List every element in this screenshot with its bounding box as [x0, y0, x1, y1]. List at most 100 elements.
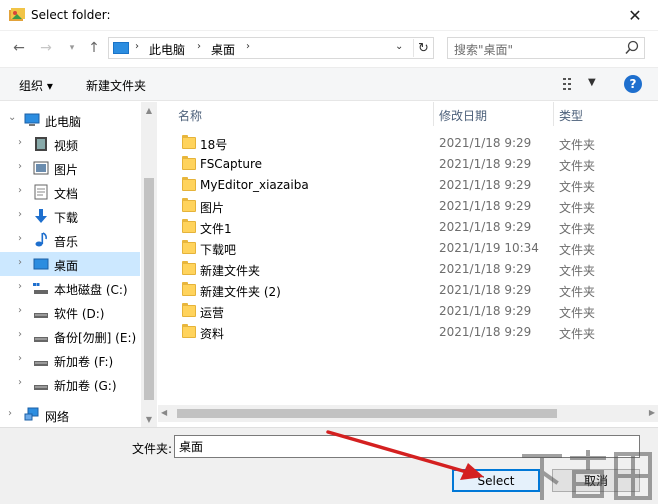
file-type: 文件夹: [559, 327, 596, 341]
breadcrumb-separator-icon[interactable]: ›: [246, 41, 250, 52]
up-button[interactable]: ↑: [84, 38, 104, 58]
address-dropdown-icon[interactable]: ⌄: [395, 41, 403, 52]
sidebar-item-label: 网络: [45, 410, 70, 424]
scrollbar-thumb[interactable]: [144, 178, 154, 400]
chevron-right-icon[interactable]: ›: [18, 185, 22, 196]
file-date: 2021/1/18 9:29: [439, 283, 532, 297]
scroll-left-icon[interactable]: ◀: [161, 408, 167, 417]
chevron-right-icon[interactable]: ›: [18, 305, 22, 316]
documents-icon: [34, 184, 48, 200]
table-row[interactable]: FSCapture 2021/1/18 9:29 文件夹: [158, 154, 658, 175]
search-input[interactable]: 搜索"桌面": [447, 37, 645, 59]
chevron-right-icon[interactable]: ›: [18, 209, 22, 220]
horizontal-scrollbar[interactable]: ◀ ▶: [158, 405, 658, 422]
sidebar-scrollbar[interactable]: ▲ ▼: [141, 102, 157, 427]
select-button[interactable]: Select: [452, 469, 540, 492]
forward-button[interactable]: →: [36, 38, 56, 58]
scrollbar-thumb[interactable]: [177, 409, 557, 418]
new-folder-button[interactable]: 新建文件夹: [86, 77, 146, 94]
video-icon: [35, 137, 47, 151]
table-row[interactable]: 运营 2021/1/18 9:29 文件夹: [158, 301, 658, 322]
drive-icon: [34, 313, 48, 318]
help-icon[interactable]: ?: [624, 75, 642, 93]
table-row[interactable]: 文件1 2021/1/18 9:29 文件夹: [158, 217, 658, 238]
sidebar-item-music[interactable]: › 音乐: [0, 228, 140, 252]
sidebar-item-pictures[interactable]: › 图片: [0, 156, 140, 180]
sidebar-item-label: 软件 (D:): [54, 307, 105, 321]
column-header-type[interactable]: 类型: [559, 102, 583, 126]
drive-icon: [34, 361, 48, 366]
sidebar-item-drive-g[interactable]: › 新加卷 (G:): [0, 372, 140, 396]
table-row[interactable]: 图片 2021/1/18 9:29 文件夹: [158, 196, 658, 217]
chevron-right-icon[interactable]: ›: [8, 408, 12, 419]
chevron-down-icon[interactable]: ▼: [588, 77, 596, 88]
desktop-icon: [33, 258, 49, 270]
breadcrumb-this-pc[interactable]: 此电脑: [149, 41, 185, 58]
column-header-name[interactable]: 名称: [178, 102, 202, 126]
sidebar-item-drive-c[interactable]: › 本地磁盘 (C:): [0, 276, 140, 300]
sidebar-item-videos[interactable]: › 视频: [0, 132, 140, 156]
arrow-up-icon: ↑: [88, 40, 100, 56]
chevron-right-icon[interactable]: ›: [18, 281, 22, 292]
breadcrumb-separator-icon[interactable]: ›: [197, 41, 201, 52]
chevron-right-icon[interactable]: ›: [18, 329, 22, 340]
file-date: 2021/1/18 9:29: [439, 157, 532, 171]
sidebar-item-label: 此电脑: [45, 115, 82, 129]
scroll-down-icon[interactable]: ▼: [141, 411, 157, 427]
sidebar-item-label: 备份[勿删] (E:): [54, 331, 137, 345]
breadcrumb-desktop[interactable]: 桌面: [211, 41, 235, 58]
column-divider[interactable]: [433, 102, 434, 126]
command-toolbar: 组织 ▾ 新建文件夹 ▼ ?: [0, 67, 658, 101]
file-date: 2021/1/18 9:29: [439, 199, 532, 213]
file-date: 2021/1/18 9:29: [439, 304, 532, 318]
close-button[interactable]: ✕: [612, 0, 658, 31]
sidebar-item-desktop[interactable]: › 桌面: [0, 252, 140, 276]
sidebar-item-label: 音乐: [54, 235, 79, 249]
folder-icon: [182, 177, 196, 191]
recent-locations-button[interactable]: ▾: [62, 38, 82, 58]
chevron-expanded-icon[interactable]: ⌄: [8, 112, 16, 123]
table-row[interactable]: 新建文件夹 (2) 2021/1/18 9:29 文件夹: [158, 280, 658, 301]
computer-icon: [24, 113, 40, 126]
column-header-date[interactable]: 修改日期: [439, 102, 487, 126]
sidebar-item-drive-f[interactable]: › 新加卷 (F:): [0, 348, 140, 372]
sidebar-item-network[interactable]: › 网络: [0, 403, 140, 427]
sidebar-item-drive-d[interactable]: › 软件 (D:): [0, 300, 140, 324]
table-row[interactable]: MyEditor_xiazaiba 2021/1/18 9:29 文件夹: [158, 175, 658, 196]
scroll-right-icon[interactable]: ▶: [649, 408, 655, 417]
table-row[interactable]: 新建文件夹 2021/1/18 9:29 文件夹: [158, 259, 658, 280]
chevron-right-icon[interactable]: ›: [18, 257, 22, 268]
table-row[interactable]: 下载吧 2021/1/19 10:34 文件夹: [158, 238, 658, 259]
sidebar-item-label: 视频: [54, 139, 79, 153]
folder-name-input[interactable]: [174, 435, 640, 458]
chevron-right-icon[interactable]: ›: [18, 233, 22, 244]
breadcrumb-separator-icon[interactable]: ›: [135, 41, 139, 52]
file-name: 资料: [200, 327, 225, 341]
sidebar-item-label: 下载: [54, 211, 79, 225]
back-button[interactable]: ←: [9, 38, 29, 58]
table-row[interactable]: 18号 2021/1/18 9:29 文件夹: [158, 133, 658, 154]
folder-icon: [182, 261, 196, 275]
sidebar-item-drive-e[interactable]: › 备份[勿删] (E:): [0, 324, 140, 348]
chevron-right-icon[interactable]: ›: [18, 137, 22, 148]
pictures-icon: [33, 161, 49, 175]
cancel-button[interactable]: 取消: [552, 469, 640, 492]
sidebar-item-downloads[interactable]: › 下载: [0, 204, 140, 228]
view-options-icon[interactable]: [563, 77, 579, 91]
address-bar[interactable]: › 此电脑 › 桌面 › ⌄ ↻: [108, 37, 434, 59]
sidebar-item-documents[interactable]: › 文档: [0, 180, 140, 204]
table-row[interactable]: 资料 2021/1/18 9:29 文件夹: [158, 322, 658, 343]
column-divider[interactable]: [553, 102, 554, 126]
search-icon[interactable]: [625, 40, 639, 56]
sidebar-item-this-pc[interactable]: ⌄ 此电脑: [0, 108, 140, 132]
drive-icon: [34, 337, 48, 342]
chevron-right-icon[interactable]: ›: [18, 353, 22, 364]
music-icon: [35, 232, 47, 247]
chevron-right-icon[interactable]: ›: [18, 161, 22, 172]
refresh-icon[interactable]: ↻: [413, 39, 433, 57]
organize-button[interactable]: 组织 ▾: [19, 77, 53, 94]
chevron-right-icon[interactable]: ›: [18, 377, 22, 388]
navigation-pane: ⌄ 此电脑 › 视频 › 图片 › 文档 › 下载 › 音乐 › 桌面 › 本地…: [0, 102, 157, 427]
scroll-up-icon[interactable]: ▲: [141, 102, 157, 118]
file-date: 2021/1/18 9:29: [439, 136, 532, 150]
